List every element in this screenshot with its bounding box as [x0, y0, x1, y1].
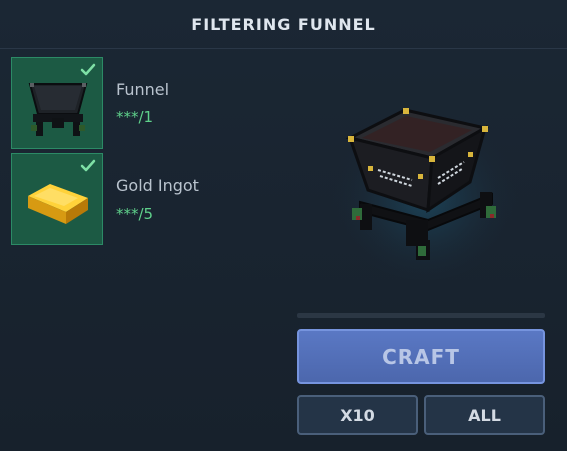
panel-header: FILTERING FUNNEL	[0, 0, 567, 49]
check-icon	[80, 159, 96, 172]
ingredient-count: ***/1	[116, 108, 154, 126]
ingredient-name: Gold Ingot	[116, 176, 199, 195]
recipe-title: FILTERING FUNNEL	[191, 14, 376, 34]
gold-ingot-icon	[28, 184, 88, 224]
check-icon	[80, 63, 96, 76]
ingredient-slot-gold-ingot[interactable]	[11, 153, 103, 245]
craft-button[interactable]: CRAFT	[297, 329, 545, 384]
funnel-icon	[28, 83, 88, 136]
ingredient-name: Funnel	[116, 80, 170, 99]
ingredient-slot-funnel[interactable]	[11, 57, 103, 149]
craft-all-button[interactable]: ALL	[424, 395, 545, 435]
craft-x10-button[interactable]: X10	[297, 395, 418, 435]
craft-progress-bar	[297, 313, 545, 318]
crafting-panel: FILTERING FUNNEL Funnel ***/1 Gold Ingot…	[0, 0, 567, 451]
ingredient-count: ***/5	[116, 205, 154, 223]
filtering-funnel-icon	[330, 100, 520, 280]
